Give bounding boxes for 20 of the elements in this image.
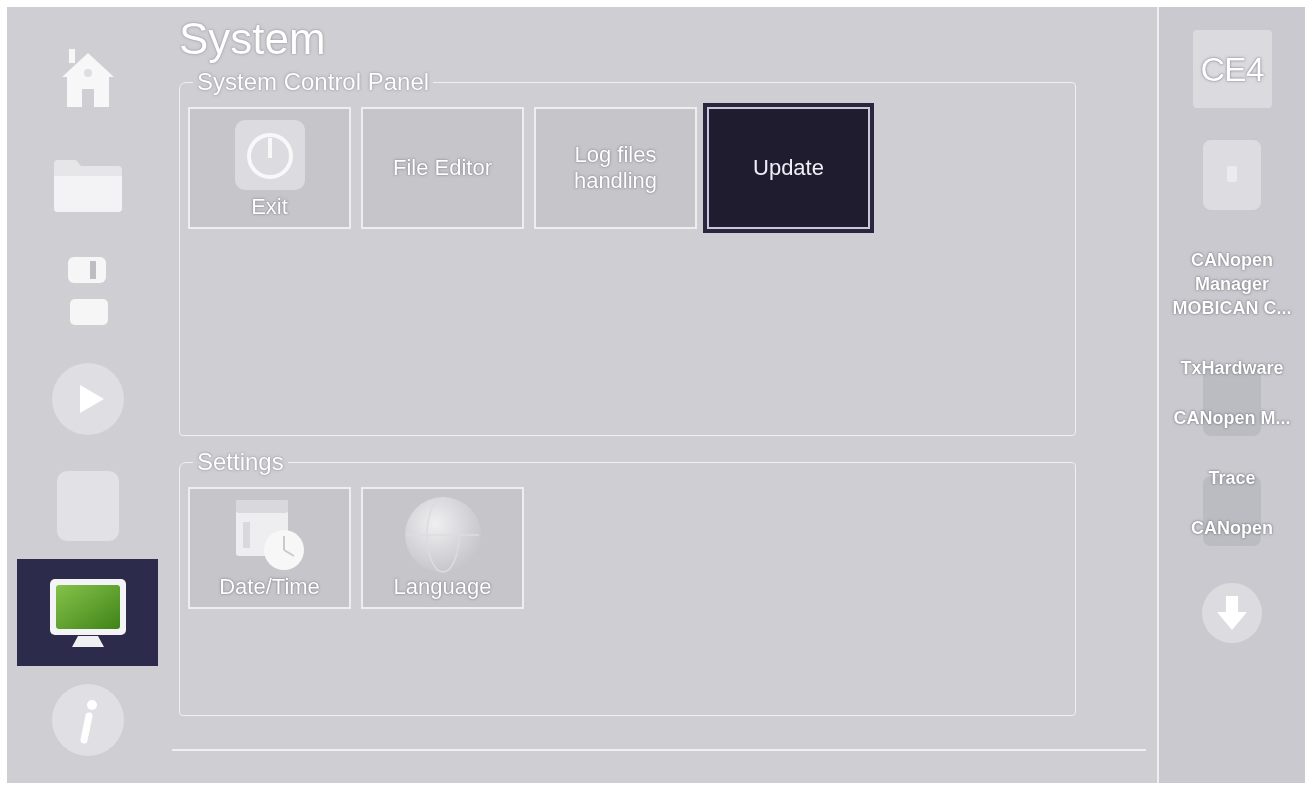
tile-button[interactable]: Log files handling (534, 107, 697, 229)
tile-button[interactable]: Language (361, 487, 524, 609)
tile-button[interactable]: Date/Time (188, 487, 351, 609)
stacked-blocks-icon (65, 256, 110, 327)
globe-icon (404, 497, 481, 573)
app-title: CANopen Manager (1190, 249, 1274, 296)
app-subtitle: CANopen (1191, 517, 1273, 540)
app-subtitle: CANopen M... (1173, 407, 1291, 430)
app-title: TxHardware (1180, 357, 1284, 380)
app-tile-icon (1203, 140, 1261, 210)
app-title: Trace (1208, 467, 1256, 490)
tile-button[interactable]: Exit (188, 107, 351, 229)
monitor-icon (49, 578, 126, 647)
info-icon (51, 683, 124, 756)
tile-button[interactable]: File Editor (361, 107, 524, 229)
play-icon (51, 362, 124, 435)
down-arrow-icon (1217, 596, 1247, 630)
power-icon (234, 120, 305, 190)
nav-button[interactable] (17, 559, 158, 666)
calendar-clock-icon (233, 498, 306, 572)
